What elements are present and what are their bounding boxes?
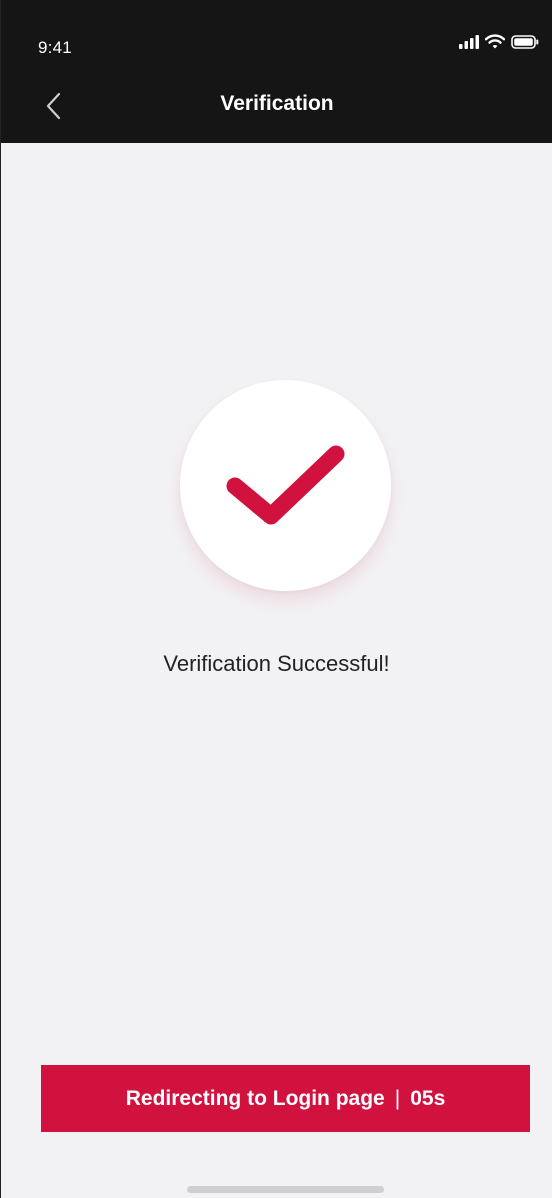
status-time: 9:41 (38, 38, 72, 57)
phone-screen: 9:41 Verification Verification Successfu… (0, 0, 552, 1198)
page-title: Verification (220, 92, 334, 115)
redirect-label: Redirecting to Login page (125, 1086, 385, 1110)
success-circle (180, 380, 391, 591)
top-bar: 9:41 Verification (1, 0, 552, 143)
wifi-icon (485, 34, 505, 49)
signal-icon (459, 34, 479, 49)
home-indicator (187, 1186, 384, 1193)
battery-icon (511, 34, 539, 49)
success-message: Verification Successful! (163, 651, 390, 676)
redirect-countdown: 05s (410, 1086, 446, 1110)
redirect-button[interactable]: Redirecting to Login page | 05s (41, 1065, 530, 1132)
status-icons (459, 34, 539, 49)
checkmark-icon (226, 445, 344, 524)
redirect-separator: | (394, 1086, 401, 1110)
